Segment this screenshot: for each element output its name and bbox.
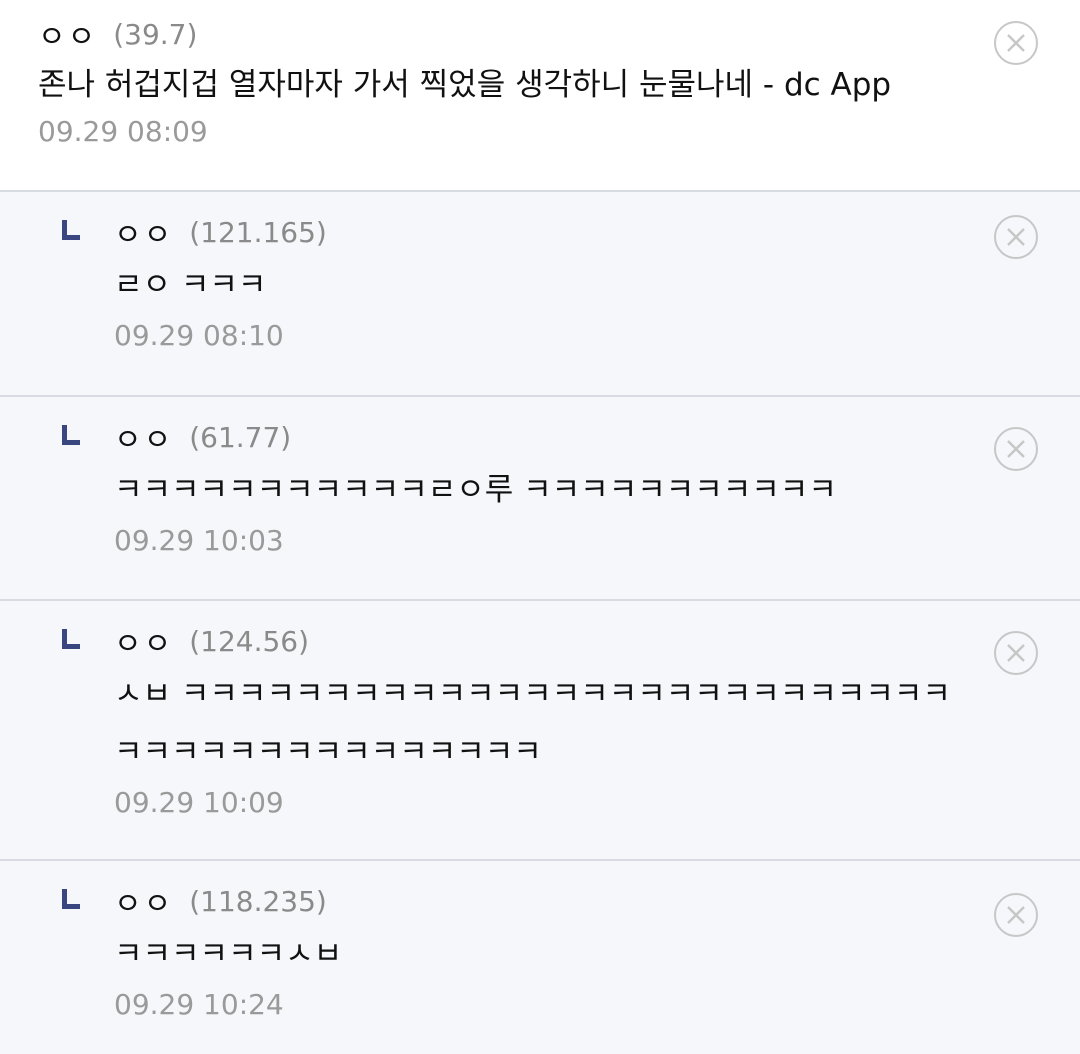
- reply-timestamp: 09.29 10:24: [114, 988, 284, 1021]
- reply-ip: (121.165): [189, 215, 327, 249]
- reply-nickname[interactable]: ㅇㅇ: [114, 210, 173, 254]
- reply-author-line: ㅇㅇ (124.56): [60, 619, 1080, 663]
- reply-timestamp: 09.29 08:10: [114, 319, 284, 352]
- reply-author-line: ㅇㅇ (121.165): [60, 210, 1080, 254]
- reply-text-line: ㅋㅋㅋㅋㅋㅋㅋㅋㅋㅋㅋㅋㅋㅋㅋ: [114, 734, 542, 770]
- reply-item: ㅇㅇ (61.77) ㅋㅋㅋㅋㅋㅋㅋㅋㅋㅋㅋㄹㅇ루 ㅋㅋㅋㅋㅋㅋㅋㅋㅋㅋㅋ 09…: [0, 397, 1080, 601]
- reply-text: ㅋㅋㅋㅋㅋㅋㅅㅂ: [114, 936, 343, 972]
- reply-indicator-icon: [60, 212, 88, 252]
- comment-author-line: ㅇㅇ (39.7): [38, 12, 1080, 56]
- reply-text: ㅋㅋㅋㅋㅋㅋㅋㅋㅋㅋㅋㄹㅇ루 ㅋㅋㅋㅋㅋㅋㅋㅋㅋㅋㅋ: [114, 472, 837, 508]
- reply-ip: (124.56): [189, 624, 310, 658]
- delete-reply-button[interactable]: [994, 631, 1038, 675]
- close-circle-icon: [1007, 644, 1025, 662]
- delete-reply-button[interactable]: [994, 427, 1038, 471]
- reply-item: ㅇㅇ (118.235) ㅋㅋㅋㅋㅋㅋㅅㅂ 09.29 10:24: [0, 861, 1080, 1054]
- close-circle-icon: [1007, 228, 1025, 246]
- reply-nickname[interactable]: ㅇㅇ: [114, 879, 173, 923]
- delete-comment-button[interactable]: [994, 21, 1038, 65]
- comment-item: ㅇㅇ (39.7) 존나 허겁지겁 열자마자 가서 찍었을 생각하니 눈물나네 …: [0, 0, 1080, 192]
- delete-reply-button[interactable]: [994, 215, 1038, 259]
- reply-text: ㄹㅇ ㅋㅋㅋ: [114, 267, 267, 303]
- close-circle-icon: [1007, 440, 1025, 458]
- reply-timestamp: 09.29 10:09: [114, 786, 284, 819]
- comment-ip: (39.7): [113, 17, 198, 51]
- comment-nickname[interactable]: ㅇㅇ: [38, 12, 97, 56]
- reply-text-line: ㅅㅂ ㅋㅋㅋㅋㅋㅋㅋㅋㅋㅋㅋㅋㅋㅋㅋㅋㅋㅋㅋㅋㅋㅋㅋㅋㅋㅋㅋ: [114, 676, 951, 712]
- reply-timestamp: 09.29 10:03: [114, 524, 284, 557]
- reply-item: ㅇㅇ (124.56) ㅅㅂ ㅋㅋㅋㅋㅋㅋㅋㅋㅋㅋㅋㅋㅋㅋㅋㅋㅋㅋㅋㅋㅋㅋㅋㅋㅋ…: [0, 601, 1080, 861]
- reply-author-line: ㅇㅇ (61.77): [60, 415, 1080, 459]
- comment-list: ㅇㅇ (39.7) 존나 허겁지겁 열자마자 가서 찍었을 생각하니 눈물나네 …: [0, 0, 1080, 1054]
- close-circle-icon: [1007, 906, 1025, 924]
- reply-ip: (61.77): [189, 420, 292, 454]
- comment-text: 존나 허겁지겁 열자마자 가서 찍었을 생각하니 눈물나네 - dc App: [38, 67, 892, 103]
- delete-reply-button[interactable]: [994, 893, 1038, 937]
- reply-nickname[interactable]: ㅇㅇ: [114, 619, 173, 663]
- reply-indicator-icon: [60, 621, 88, 661]
- reply-nickname[interactable]: ㅇㅇ: [114, 415, 173, 459]
- reply-item: ㅇㅇ (121.165) ㄹㅇ ㅋㅋㅋ 09.29 08:10: [0, 192, 1080, 397]
- comment-timestamp: 09.29 08:09: [38, 115, 208, 148]
- reply-indicator-icon: [60, 417, 88, 457]
- reply-indicator-icon: [60, 881, 88, 921]
- reply-ip: (118.235): [189, 884, 327, 918]
- close-circle-icon: [1007, 34, 1025, 52]
- reply-author-line: ㅇㅇ (118.235): [60, 879, 1080, 923]
